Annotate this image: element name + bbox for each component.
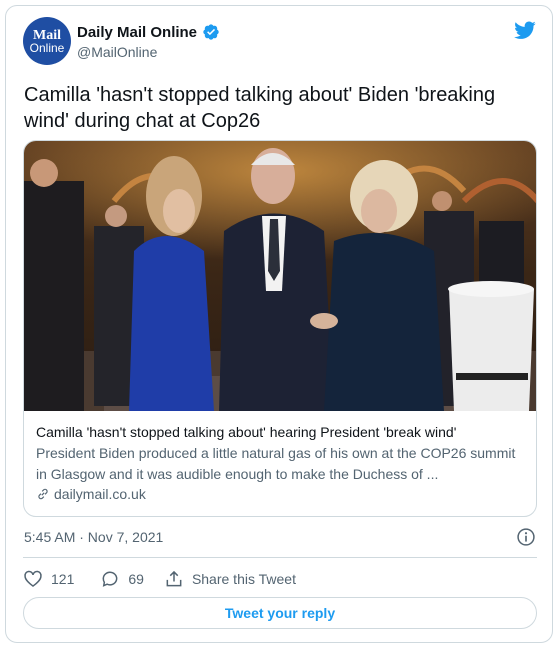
info-icon[interactable] bbox=[516, 527, 536, 547]
action-bar: 121 69 Share this Tweet bbox=[23, 569, 296, 589]
link-preview-card[interactable]: Camilla 'hasn't stopped talking about' h… bbox=[23, 140, 537, 517]
reply-count: 69 bbox=[128, 571, 144, 587]
avatar-text-mail: Mail bbox=[33, 27, 61, 43]
like-button[interactable]: 121 bbox=[23, 569, 74, 589]
avatar[interactable]: Mail Online bbox=[23, 17, 71, 65]
author-handle[interactable]: @MailOnline bbox=[77, 44, 157, 60]
tweet-card: Mail Online Daily Mail Online @MailOnlin… bbox=[5, 5, 553, 643]
tweet-your-reply-button[interactable]: Tweet your reply bbox=[23, 597, 537, 629]
share-icon bbox=[166, 570, 182, 587]
tweet-timestamp[interactable]: 5:45 AM · Nov 7, 2021 bbox=[24, 529, 163, 545]
link-preview-domain: dailymail.co.uk bbox=[54, 486, 146, 502]
article-photo[interactable] bbox=[24, 141, 537, 411]
twitter-bird-icon[interactable] bbox=[512, 19, 538, 41]
author-display-name[interactable]: Daily Mail Online bbox=[77, 24, 197, 41]
reply-count-button[interactable]: 69 bbox=[100, 569, 144, 589]
link-preview-domain-row: dailymail.co.uk bbox=[36, 486, 526, 502]
like-count: 121 bbox=[51, 571, 75, 587]
link-preview-title: Camilla 'hasn't stopped talking about' h… bbox=[36, 424, 457, 440]
link-preview-info: Camilla 'hasn't stopped talking about' h… bbox=[36, 422, 526, 502]
heart-icon bbox=[24, 570, 42, 588]
link-preview-description: President Biden produced a little natura… bbox=[36, 445, 516, 482]
divider bbox=[23, 557, 537, 558]
comment-icon bbox=[102, 571, 118, 587]
link-icon bbox=[38, 488, 48, 500]
share-label: Share this Tweet bbox=[191, 571, 296, 587]
author-name-row[interactable]: Daily Mail Online bbox=[77, 23, 220, 41]
avatar-text-online: Online bbox=[29, 40, 65, 55]
tweet-text: Camilla 'hasn't stopped talking about' B… bbox=[24, 84, 496, 132]
share-button[interactable]: Share this Tweet bbox=[164, 569, 296, 589]
verified-badge-icon bbox=[203, 24, 219, 40]
